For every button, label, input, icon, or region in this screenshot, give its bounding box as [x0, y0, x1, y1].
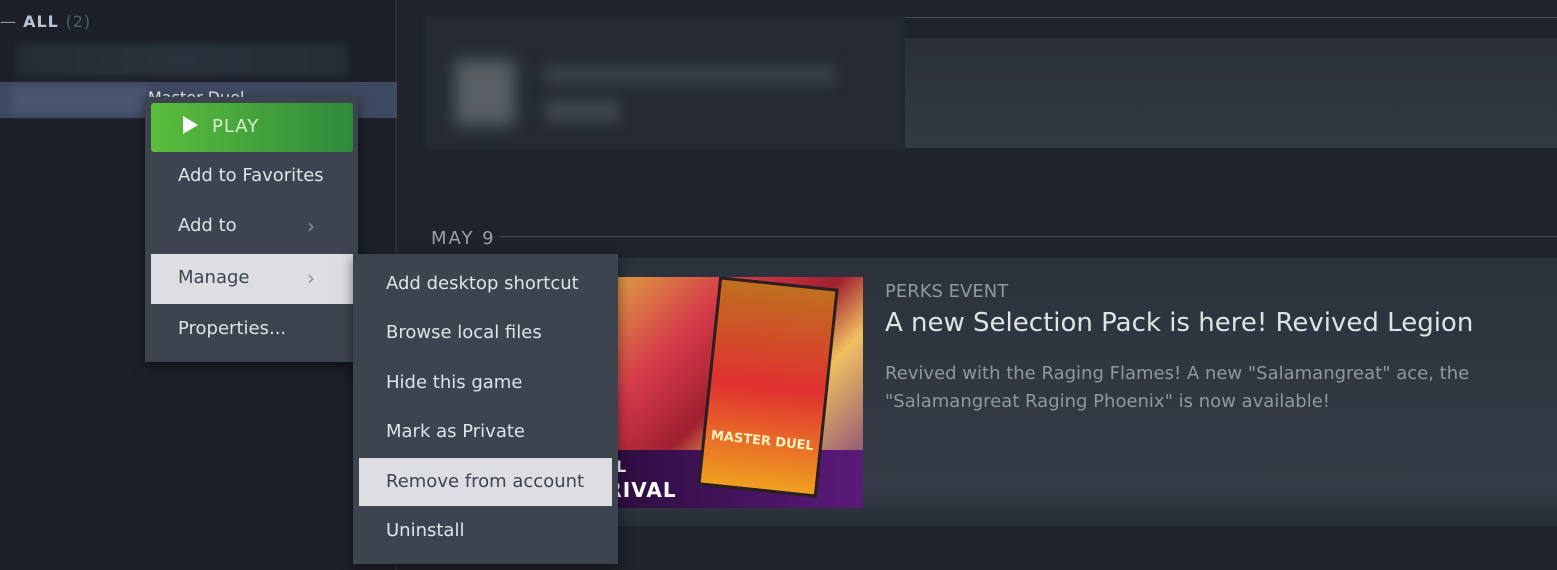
- collapse-icon[interactable]: —: [0, 12, 23, 31]
- section-header-all[interactable]: — ALL (2): [0, 12, 91, 31]
- menu-item-label: Browse local files: [386, 322, 542, 343]
- divider: [903, 17, 1557, 18]
- blurred-text: [545, 100, 620, 122]
- blurred-activity-card: [425, 15, 905, 150]
- divider: [500, 236, 1557, 237]
- activity-strip: [905, 38, 1557, 148]
- blurred-text: [545, 65, 835, 85]
- menu-item-label: Remove from account: [386, 471, 585, 492]
- image-text: MASTER DUEL: [710, 428, 815, 455]
- menu-item-manage[interactable]: Manage ›: [151, 254, 353, 304]
- manage-submenu: Add desktop shortcut Browse local files …: [353, 254, 618, 564]
- game-icon-blurred: [12, 86, 147, 114]
- menu-item-label: Add to Favorites: [178, 165, 324, 186]
- play-button[interactable]: PLAY: [151, 103, 353, 152]
- blurred-icon: [455, 60, 515, 125]
- section-count: (2): [65, 12, 92, 31]
- menu-item-hide-this-game[interactable]: Hide this game: [359, 359, 612, 409]
- menu-item-label: Properties...: [178, 318, 287, 339]
- menu-item-add-to[interactable]: Add to ›: [151, 202, 353, 252]
- event-title[interactable]: A new Selection Pack is here! Revived Le…: [885, 308, 1473, 338]
- event-description: Revived with the Raging Flames! A new "S…: [885, 363, 1470, 412]
- menu-item-mark-as-private[interactable]: Mark as Private: [359, 408, 612, 458]
- menu-item-label: Add desktop shortcut: [386, 273, 579, 294]
- play-icon: [183, 116, 198, 134]
- section-label: ALL: [23, 12, 59, 31]
- menu-item-label: Add to: [178, 215, 237, 236]
- menu-item-label: Manage: [178, 267, 250, 288]
- menu-item-label: Uninstall: [386, 520, 465, 541]
- menu-item-properties[interactable]: Properties...: [151, 305, 353, 355]
- menu-item-remove-from-account[interactable]: Remove from account: [359, 458, 612, 506]
- game-row-blurred[interactable]: [16, 44, 348, 76]
- game-context-menu: PLAY Add to Favorites Add to › Manage › Pr…: [145, 97, 358, 362]
- play-label: PLAY: [212, 116, 260, 137]
- chevron-right-icon: ›: [307, 266, 315, 290]
- menu-item-browse-local-files[interactable]: Browse local files: [359, 309, 612, 359]
- date-header: MAY 9: [431, 228, 496, 249]
- menu-item-label: Mark as Private: [386, 421, 525, 442]
- card-pack-art: MASTER DUEL: [697, 277, 839, 498]
- chevron-right-icon: ›: [307, 214, 315, 238]
- menu-item-label: Hide this game: [386, 372, 523, 393]
- menu-item-add-to-favorites[interactable]: Add to Favorites: [151, 152, 353, 202]
- menu-item-uninstall[interactable]: Uninstall: [359, 507, 612, 557]
- menu-item-add-desktop-shortcut[interactable]: Add desktop shortcut: [359, 260, 612, 310]
- event-type: PERKS EVENT: [885, 281, 1009, 302]
- event-image[interactable]: UEL RRIVAL MASTER DUEL: [590, 277, 863, 508]
